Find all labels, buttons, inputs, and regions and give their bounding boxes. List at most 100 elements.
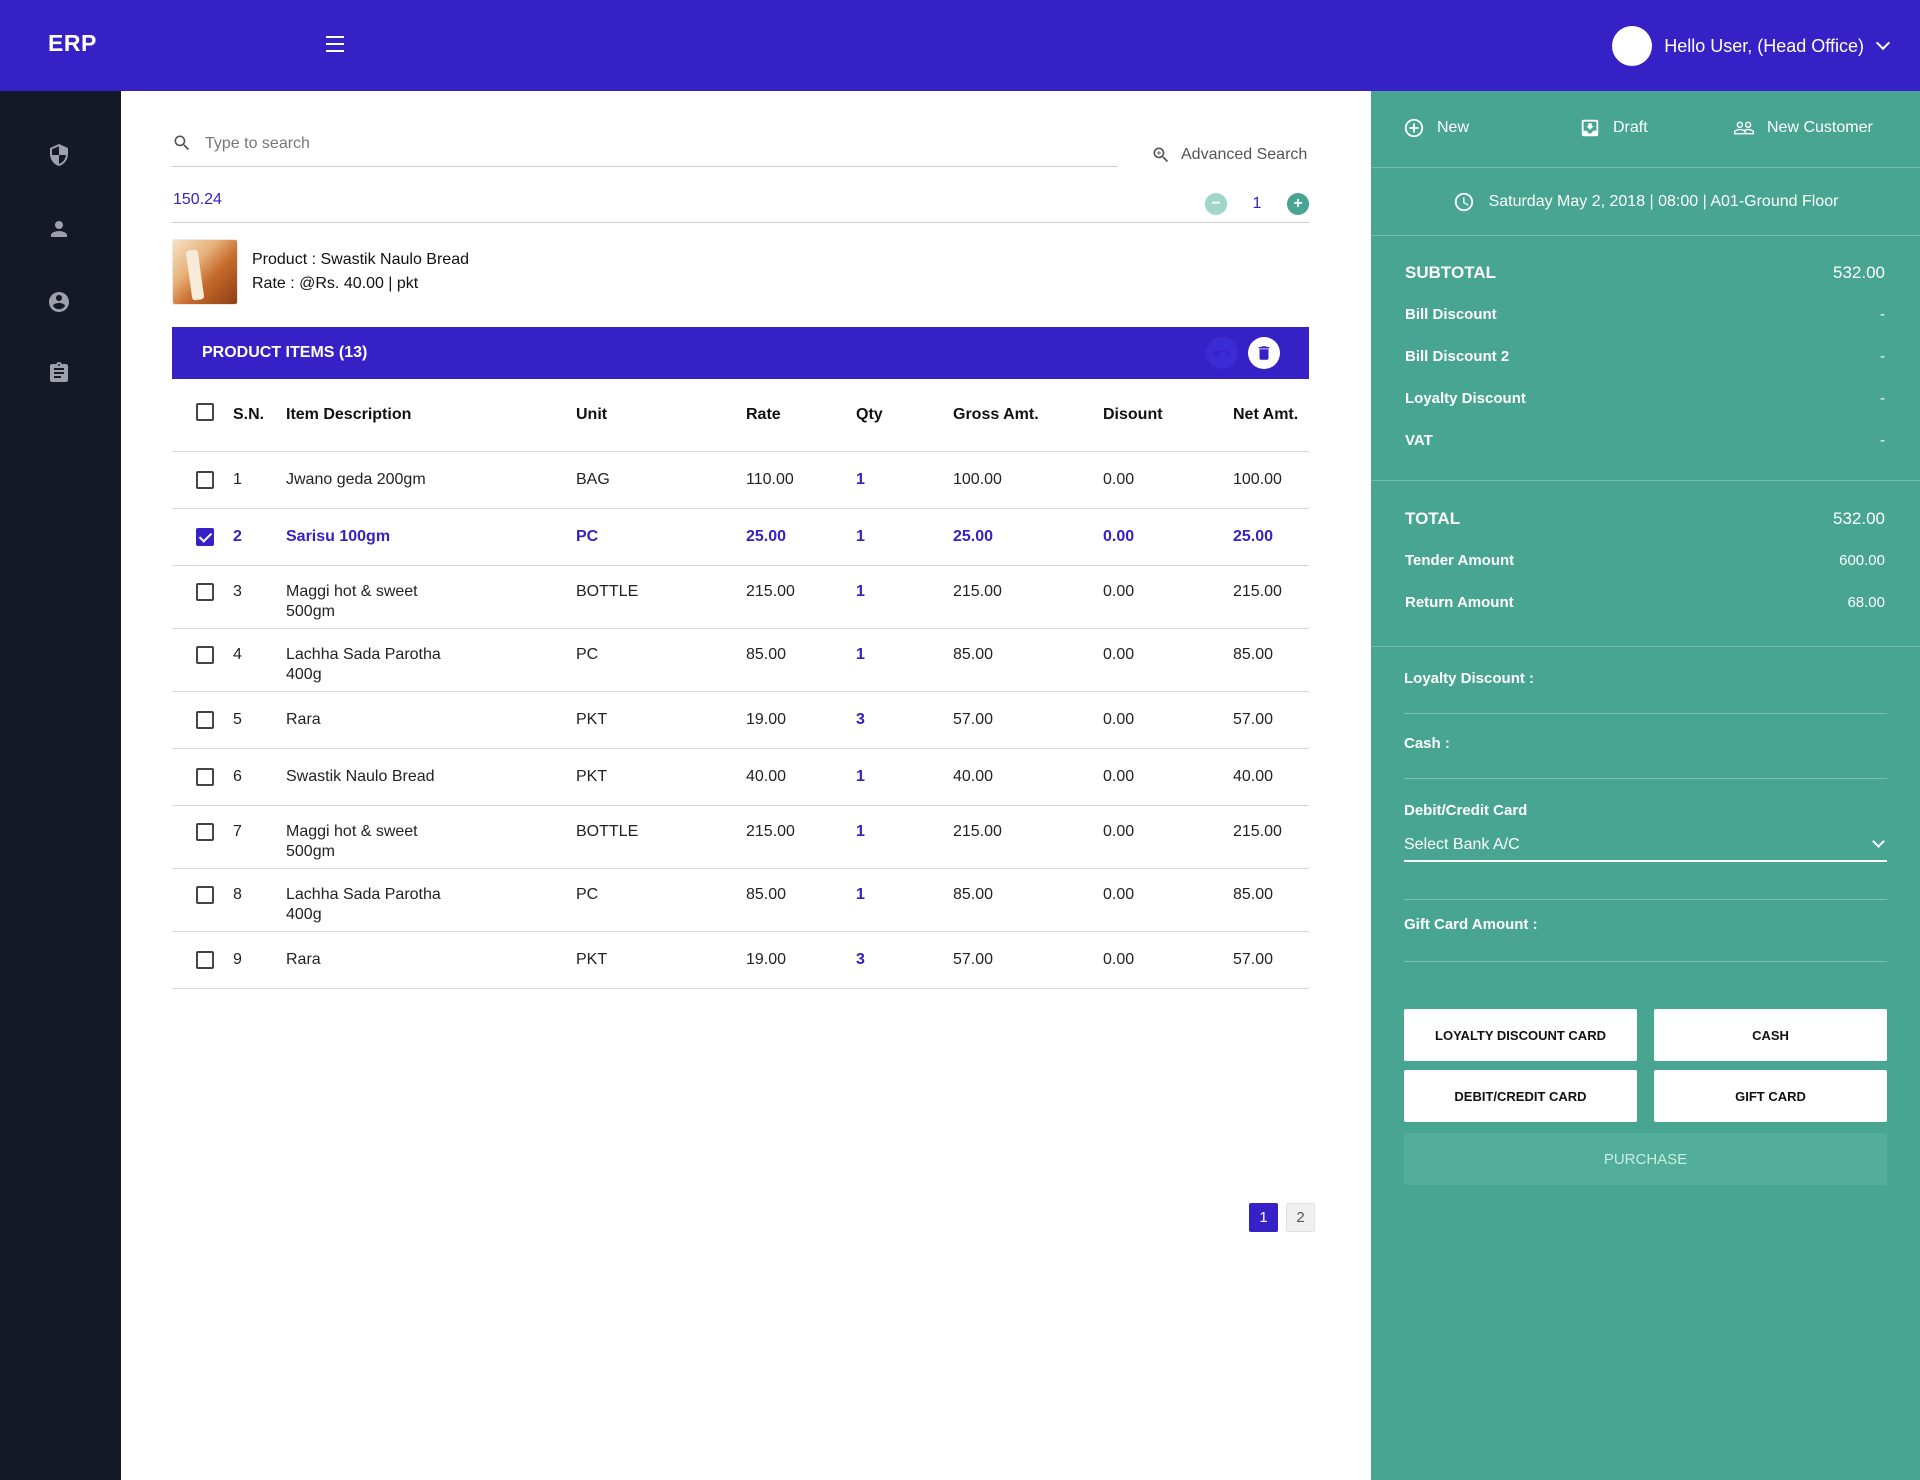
shield-icon[interactable] [47, 143, 71, 167]
tender-row: Tender Amount 600.00 [1405, 552, 1885, 569]
row-checkbox[interactable] [196, 767, 214, 786]
row-qty[interactable]: 1 [856, 451, 953, 509]
row-description: Lachha Sada Parotha 400g [286, 868, 576, 932]
delete-button[interactable] [1248, 337, 1280, 369]
row-checkbox[interactable] [196, 527, 214, 546]
chevron-down-icon[interactable] [1875, 35, 1891, 51]
menu-icon[interactable] [326, 36, 352, 56]
row-qty[interactable]: 3 [856, 931, 953, 989]
advanced-search-label: Advanced Search [1181, 146, 1308, 163]
table-row[interactable]: 8 Lachha Sada Parotha 400g PC 85.00 1 85.00 0.… [172, 868, 1309, 932]
row-unit: PC [576, 628, 746, 692]
row-checkbox[interactable] [196, 822, 214, 841]
row-rate: 25.00 [746, 508, 856, 566]
new-customer-button[interactable]: New Customer [1733, 117, 1873, 139]
quantity-row: 150.24 − 1 + [172, 189, 1309, 223]
cash-input[interactable] [1404, 778, 1887, 779]
row-gross: 57.00 [953, 931, 1103, 989]
stepper-value[interactable]: 1 [1227, 195, 1287, 213]
row-qty[interactable]: 3 [856, 691, 953, 749]
user-menu[interactable]: Hello User, (Head Office) [1612, 26, 1891, 66]
search-input[interactable] [205, 129, 1105, 159]
bill-discount-2-value: - [1880, 348, 1885, 365]
gift-card-input[interactable] [1404, 961, 1887, 962]
row-checkbox[interactable] [196, 582, 214, 601]
increment-button[interactable]: + [1287, 193, 1309, 215]
product-rate: Rate : @Rs. 40.00 | pkt [252, 275, 419, 292]
row-net: 57.00 [1233, 931, 1309, 989]
bill-discount-value: - [1880, 306, 1885, 323]
brand-logo[interactable]: ERP [48, 30, 97, 57]
row-checkbox[interactable] [196, 645, 214, 664]
summary-divider [1371, 480, 1920, 481]
table-row[interactable]: 9 Rara PKT 19.00 3 57.00 0.00 57.00 [172, 931, 1309, 989]
table-row[interactable]: 2 Sarisu 100gm PC 25.00 1 25.00 0.00 25.00 [172, 508, 1309, 566]
main-content: Advanced Search 150.24 − 1 + Product : S… [121, 91, 1371, 1480]
row-discount: 0.00 [1103, 691, 1233, 749]
row-description: Sarisu 100gm [286, 508, 576, 566]
avatar[interactable] [1612, 26, 1653, 66]
bank-account-select[interactable]: Select Bank A/C [1404, 832, 1887, 862]
gift-card-button[interactable]: GIFT CARD [1654, 1070, 1887, 1122]
col-discount: Disount [1103, 379, 1233, 452]
table-row[interactable]: 6 Swastik Naulo Bread PKT 40.00 1 40.00 0.00 40… [172, 748, 1309, 806]
account-circle-icon[interactable] [47, 290, 71, 314]
loyalty-discount-card-button[interactable]: LOYALTY DISCOUNT CARD [1404, 1009, 1637, 1061]
row-qty[interactable]: 1 [856, 508, 953, 566]
bill-discount-row: Bill Discount - [1405, 306, 1885, 323]
user-greeting: Hello User, (Head Office) [1664, 35, 1864, 56]
page-2-button[interactable]: 2 [1286, 1203, 1315, 1232]
row-qty[interactable]: 1 [856, 748, 953, 806]
purchase-button[interactable]: PURCHASE [1404, 1133, 1887, 1185]
row-qty[interactable]: 1 [856, 628, 953, 692]
new-button[interactable]: New [1403, 117, 1469, 139]
select-all-checkbox[interactable] [196, 403, 214, 422]
loyalty-discount-input[interactable] [1404, 713, 1887, 714]
row-sn: 5 [233, 691, 286, 749]
row-checkbox[interactable] [196, 470, 214, 489]
row-discount: 0.00 [1103, 868, 1233, 932]
row-checkbox[interactable] [196, 710, 214, 729]
row-net: 40.00 [1233, 748, 1309, 806]
row-discount: 0.00 [1103, 931, 1233, 989]
cash-button[interactable]: CASH [1654, 1009, 1887, 1061]
row-unit: PKT [576, 931, 746, 989]
row-qty[interactable]: 1 [856, 868, 953, 932]
row-unit: PKT [576, 748, 746, 806]
table-row[interactable]: 7 Maggi hot & sweet 500gm BOTTLE 215.00 1 215… [172, 805, 1309, 869]
table-row[interactable]: 3 Maggi hot & sweet 500gm BOTTLE 215.00 1 215… [172, 565, 1309, 629]
product-items-bar: PRODUCT ITEMS (13) [172, 327, 1309, 379]
page-1-button[interactable]: 1 [1249, 1203, 1278, 1232]
datetime-text: Saturday May 2, 2018 | 08:00 | A01-Groun… [1488, 192, 1839, 210]
row-checkbox[interactable] [196, 950, 214, 969]
draft-button[interactable]: Draft [1579, 117, 1648, 139]
row-description: Rara [286, 931, 576, 989]
row-sn: 7 [233, 805, 286, 869]
row-net: 215.00 [1233, 565, 1309, 629]
table-row[interactable]: 1 Jwano geda 200gm BAG 110.00 1 100.00 0.00 100… [172, 451, 1309, 509]
table-row[interactable]: 5 Rara PKT 19.00 3 57.00 0.00 57.00 [172, 691, 1309, 749]
vat-row: VAT - [1405, 432, 1885, 449]
debit-credit-card-button[interactable]: DEBIT/CREDIT CARD [1404, 1070, 1637, 1122]
table-row[interactable]: 4 Lachha Sada Parotha 400g PC 85.00 1 85.00 0.… [172, 628, 1309, 692]
row-sn: 4 [233, 628, 286, 692]
row-rate: 215.00 [746, 805, 856, 869]
row-rate: 110.00 [746, 451, 856, 509]
table-header-row: S.N. Item Description Unit Rate Qty Gros… [172, 379, 1309, 452]
row-gross: 215.00 [953, 805, 1103, 869]
undo-button[interactable] [1206, 337, 1238, 369]
bank-select-value: Select Bank A/C [1404, 836, 1520, 853]
row-gross: 100.00 [953, 451, 1103, 509]
card-field-label: Debit/Credit Card [1404, 802, 1528, 819]
row-qty[interactable]: 1 [856, 565, 953, 629]
row-qty[interactable]: 1 [856, 805, 953, 869]
person-icon[interactable] [47, 217, 71, 241]
quantity-value[interactable]: 150.24 [173, 191, 222, 209]
row-checkbox[interactable] [196, 885, 214, 904]
col-sn: S.N. [233, 379, 286, 452]
clipboard-icon[interactable] [47, 361, 71, 385]
advanced-search-link[interactable]: Advanced Search [1151, 145, 1307, 165]
row-unit: BAG [576, 451, 746, 509]
decrement-button[interactable]: − [1205, 193, 1227, 215]
datetime-location: Saturday May 2, 2018 | 08:00 | A01-Groun… [1371, 168, 1920, 236]
